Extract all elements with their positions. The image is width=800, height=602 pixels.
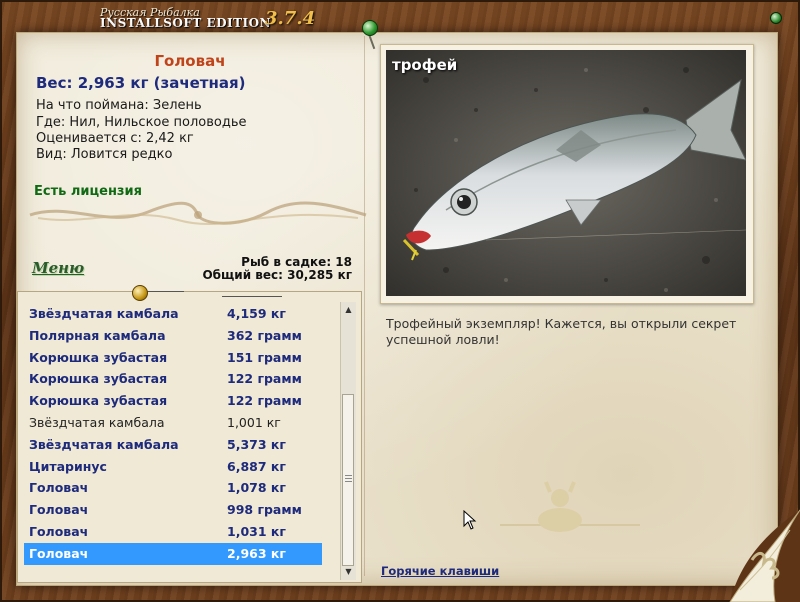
catch-list-row[interactable]: Звёздчатая камбала 1,001 кг	[24, 412, 322, 434]
scroll-grip-line	[345, 481, 352, 482]
catch-fish-weight: 122 грамм	[227, 393, 302, 409]
catch-list-row[interactable]: Головач 1,031 кг	[24, 521, 322, 543]
catch-fish-name: Звёздчатая камбала	[29, 436, 179, 452]
catch-fish-weight: 1,001 кг	[227, 414, 281, 430]
catch-fish-weight: 122 грамм	[227, 371, 302, 387]
mouse-cursor-icon	[463, 510, 477, 530]
page-curl-corner	[729, 509, 800, 602]
catch-list-row[interactable]: Корюшка зубастая 122 грамм	[24, 390, 322, 412]
catch-list-row[interactable]: Полярная камбала 362 грамм	[24, 325, 322, 347]
catch-fish-name: Цитаринус	[29, 458, 107, 474]
fisherman-silhouette-icon	[500, 481, 640, 532]
scroll-up-arrow-icon[interactable]: ▲	[341, 302, 356, 318]
menu-button[interactable]: Меню	[32, 259, 84, 277]
catch-fish-name: Звёздчатая камбала	[29, 414, 165, 430]
catch-fish-weight: 1,078 кг	[227, 480, 286, 496]
pin-thread	[146, 291, 184, 292]
catch-fish-name: Головач	[29, 502, 89, 518]
close-icon[interactable]	[770, 12, 782, 24]
catch-fish-name: Головач	[29, 523, 89, 539]
catch-list-row[interactable]: Головач 1,078 кг	[24, 477, 322, 499]
valued-info: Оценивается с: 2,42 кг	[36, 131, 194, 146]
green-pin-icon	[362, 20, 378, 36]
game-version: 3.7.4	[265, 8, 316, 29]
catch-list-row[interactable]: Корюшка зубастая 151 грамм	[24, 347, 322, 369]
trophy-label: трофей	[392, 56, 458, 74]
place-info: Где: Нил, Нильское половодье	[36, 115, 247, 130]
catch-fish-weight: 151 грамм	[227, 349, 302, 365]
catch-list-row[interactable]: Корюшка зубастая 122 грамм	[24, 368, 322, 390]
catch-fish-name: Корюшка зубастая	[29, 393, 168, 409]
keepnet-total-weight: Общий вес: 30,285 кг	[202, 268, 352, 282]
catch-fish-weight: 998 грамм	[227, 502, 302, 518]
catch-fish-name: Звёздчатая камбала	[29, 306, 179, 321]
catch-description: Трофейный экземпляр! Кажется, вы открыли…	[386, 316, 737, 347]
catch-list-row[interactable]: Головач 998 грамм	[24, 499, 322, 521]
trophy-fish-photo	[386, 50, 746, 296]
catch-fish-weight: 4,159 кг	[227, 306, 286, 321]
catch-list-row[interactable]: Головач 2,963 кг	[24, 542, 322, 565]
kind-info: Вид: Ловится редко	[36, 147, 173, 162]
catch-fish-weight: 6,887 кг	[227, 458, 286, 474]
catch-list-row[interactable]: Звёздчатая камбала 5,373 кг	[24, 434, 322, 456]
catch-fish-name: Полярная камбала	[29, 327, 166, 343]
catch-fish-weight: 5,373 кг	[227, 436, 286, 452]
game-title-main: INSTALLSOFT EDITION	[100, 16, 272, 30]
catch-list-row[interactable]: Звёздчатая камбала 4,159 кг	[24, 303, 322, 325]
ornament-divider	[29, 201, 367, 226]
catch-fish-name: Головач	[29, 480, 89, 496]
scroll-down-arrow-icon[interactable]: ▼	[341, 564, 356, 580]
scroll-thumb[interactable]	[342, 394, 354, 566]
catch-fish-name: Головач	[29, 545, 89, 561]
catch-fish-weight: 362 грамм	[227, 327, 302, 343]
catch-list-row[interactable]: Цитаринус 6,887 кг	[24, 456, 322, 478]
scroll-grip-line	[345, 475, 352, 476]
fish-weight: Вес: 2,963 кг (зачетная)	[36, 74, 246, 92]
catch-list-scrollbar[interactable]: ▲ ▼	[340, 302, 356, 580]
catch-list[interactable]: Звёздчатая камбала 4,159 кг Полярная камба…	[24, 303, 322, 565]
scroll-grip-line	[345, 478, 352, 479]
gold-pin-icon	[132, 285, 148, 301]
fish-name: Головач	[154, 52, 226, 70]
hotkeys-link[interactable]: Горячие клавиши	[381, 564, 499, 578]
catch-fish-name: Корюшка зубастая	[29, 349, 168, 365]
pin-thread	[222, 296, 282, 297]
catch-fish-weight: 1,031 кг	[227, 523, 286, 539]
keepnet-count: Рыб в садке: 18	[241, 255, 352, 269]
catch-fish-name: Корюшка зубастая	[29, 371, 168, 387]
bait-info: На что поймана: Зелень	[36, 98, 202, 113]
catch-fish-weight: 2,963 кг	[227, 545, 286, 561]
page-divider	[364, 36, 365, 576]
license-status: Есть лицензия	[34, 184, 142, 199]
title-bar: Русская Рыбалка INSTALLSOFT EDITION 3.7.…	[0, 0, 800, 30]
